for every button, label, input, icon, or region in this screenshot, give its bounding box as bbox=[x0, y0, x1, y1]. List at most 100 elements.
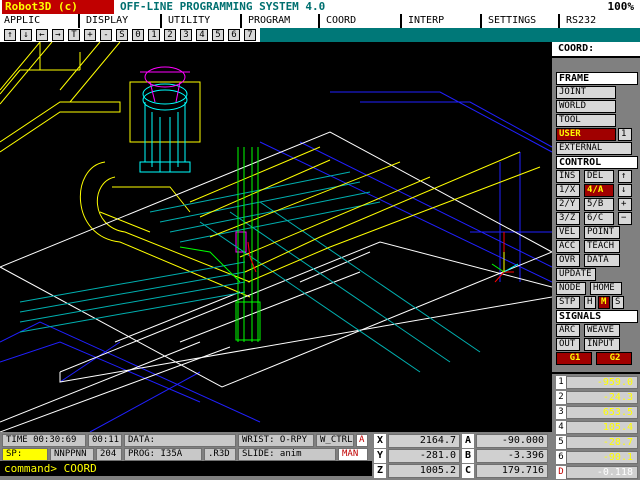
joint-button[interactable]: JOINT bbox=[556, 86, 616, 99]
joint-3-label: 3 bbox=[556, 406, 566, 419]
c6-button[interactable]: 6/C bbox=[584, 212, 614, 225]
node-button[interactable]: NODE bbox=[556, 282, 586, 295]
b5-button[interactable]: 5/B bbox=[584, 198, 614, 211]
x1-button[interactable]: 1/X bbox=[556, 184, 580, 197]
menu-rs232[interactable]: RS232 bbox=[562, 14, 640, 28]
menu-program[interactable]: PROGRAM bbox=[244, 14, 320, 28]
external-button[interactable]: EXTERNAL bbox=[556, 142, 632, 155]
world-button[interactable]: WORLD bbox=[556, 100, 616, 113]
toolbar-0-button[interactable]: 0 bbox=[132, 29, 144, 41]
toolbar-up-button[interactable]: ↑ bbox=[4, 29, 16, 41]
z-label: Z bbox=[374, 464, 386, 478]
user-number[interactable]: 1 bbox=[618, 128, 632, 141]
app-title: Robot3D (c) bbox=[2, 0, 114, 14]
wrist-field: WRIST: O-RPY bbox=[238, 434, 314, 447]
toolbar-5-button[interactable]: 5 bbox=[212, 29, 224, 41]
cell-frame bbox=[0, 91, 552, 432]
b-value: -3.396 bbox=[476, 449, 548, 463]
toolbar-down-button[interactable]: ↓ bbox=[20, 29, 32, 41]
menu-interp[interactable]: INTERP bbox=[404, 14, 482, 28]
r3d-field: .R3D bbox=[204, 448, 236, 461]
control-header: CONTROL bbox=[556, 156, 638, 169]
a-value: -90.000 bbox=[476, 434, 548, 448]
toolbar-7-button[interactable]: 7 bbox=[244, 29, 256, 41]
toolbar-t-button[interactable]: T bbox=[68, 29, 80, 41]
arc-button[interactable]: ARC bbox=[556, 324, 580, 337]
signals-header: SIGNALS bbox=[556, 310, 638, 323]
joint-3-value: 653.5 bbox=[566, 406, 638, 419]
menu-applic[interactable]: APPLIC bbox=[0, 14, 80, 28]
update-button[interactable]: UPDATE bbox=[556, 268, 596, 281]
a-indicator: A bbox=[356, 434, 368, 447]
c-value: 179.716 bbox=[476, 464, 548, 478]
ovr-button[interactable]: OVR bbox=[556, 254, 580, 267]
n204-field: 204 bbox=[96, 448, 122, 461]
b-label: B bbox=[462, 449, 474, 463]
joint-values-panel: 1 -959.0 2 -24.3 3 653.5 4 105.4 5 -28.7… bbox=[552, 374, 640, 480]
toolbar-2-button[interactable]: 2 bbox=[164, 29, 176, 41]
toolbar-1-button[interactable]: 1 bbox=[148, 29, 160, 41]
menu-settings[interactable]: SETTINGS bbox=[484, 14, 560, 28]
robot-joint bbox=[140, 66, 247, 253]
tool-button[interactable]: TOOL bbox=[556, 114, 616, 127]
joint-6-label: 6 bbox=[556, 451, 566, 464]
user-button[interactable]: USER bbox=[556, 128, 616, 141]
slide-field: SLIDE: anim bbox=[238, 448, 336, 461]
minus-button[interactable]: − bbox=[618, 212, 632, 225]
toolbar-3-button[interactable]: 3 bbox=[180, 29, 192, 41]
stp-button[interactable]: STP bbox=[556, 296, 580, 309]
3d-viewport[interactable] bbox=[0, 42, 552, 432]
a4-button[interactable]: 4/A bbox=[584, 184, 614, 197]
frame-axis-y bbox=[503, 263, 519, 273]
toolbar-right-button[interactable]: → bbox=[52, 29, 64, 41]
acc-button[interactable]: ACC bbox=[556, 240, 580, 253]
joint-2-value: -24.3 bbox=[566, 391, 638, 404]
weave-button[interactable]: WEAVE bbox=[584, 324, 620, 337]
toolbar-left-button[interactable]: ← bbox=[36, 29, 48, 41]
h-button[interactable]: H bbox=[584, 296, 596, 309]
del-button[interactable]: DEL bbox=[584, 170, 614, 183]
joint-5-value: -28.7 bbox=[566, 436, 638, 449]
point-button[interactable]: POINT bbox=[584, 226, 620, 239]
y2-button[interactable]: 2/Y bbox=[556, 198, 580, 211]
g1-button[interactable]: G1 bbox=[556, 352, 592, 365]
joint-5-label: 5 bbox=[556, 436, 566, 449]
z3-button[interactable]: 3/Z bbox=[556, 212, 580, 225]
g2-button[interactable]: G2 bbox=[596, 352, 632, 365]
joint-2-label: 2 bbox=[556, 391, 566, 404]
robot-base-frame bbox=[0, 42, 251, 298]
y-label: Y bbox=[374, 449, 386, 463]
plus-button[interactable]: + bbox=[618, 198, 632, 211]
wireframe-scene bbox=[0, 42, 552, 432]
ins-button[interactable]: INS bbox=[556, 170, 580, 183]
vel-button[interactable]: VEL bbox=[556, 226, 580, 239]
arrow-up-button[interactable]: ↑ bbox=[618, 170, 632, 183]
toolbar-6-button[interactable]: 6 bbox=[228, 29, 240, 41]
robot-tool-tip bbox=[247, 232, 514, 283]
side-panel: FRAME JOINT WORLD TOOL USER 1 EXTERNAL C… bbox=[552, 56, 640, 372]
menu-utility[interactable]: UTILITY bbox=[164, 14, 242, 28]
weld-track bbox=[189, 146, 541, 283]
command-line[interactable]: command> COORD bbox=[0, 461, 372, 476]
toolbar-plus-button[interactable]: + bbox=[84, 29, 96, 41]
out-button[interactable]: OUT bbox=[556, 338, 580, 351]
joint-1-value: -959.0 bbox=[566, 376, 638, 389]
home-button[interactable]: HOME bbox=[590, 282, 622, 295]
nnppnn-field: NNPPNN bbox=[50, 448, 94, 461]
joint-4-label: 4 bbox=[556, 421, 566, 434]
data-field: DATA: bbox=[124, 434, 236, 447]
teach-button[interactable]: TEACH bbox=[584, 240, 620, 253]
toolbar-minus-button[interactable]: - bbox=[100, 29, 112, 41]
menu-coord[interactable]: COORD bbox=[322, 14, 402, 28]
z-value: 1005.2 bbox=[388, 464, 460, 478]
c-label: C bbox=[462, 464, 474, 478]
toolbar-4-button[interactable]: 4 bbox=[196, 29, 208, 41]
data-button[interactable]: DATA bbox=[584, 254, 620, 267]
toolbar-s-button[interactable]: S bbox=[116, 29, 128, 41]
joint-1-label: 1 bbox=[556, 376, 566, 389]
m-button[interactable]: M bbox=[598, 296, 610, 309]
s-button[interactable]: S bbox=[612, 296, 624, 309]
menu-display[interactable]: DISPLAY bbox=[82, 14, 162, 28]
arrow-down-button[interactable]: ↓ bbox=[618, 184, 632, 197]
input-button[interactable]: INPUT bbox=[584, 338, 620, 351]
